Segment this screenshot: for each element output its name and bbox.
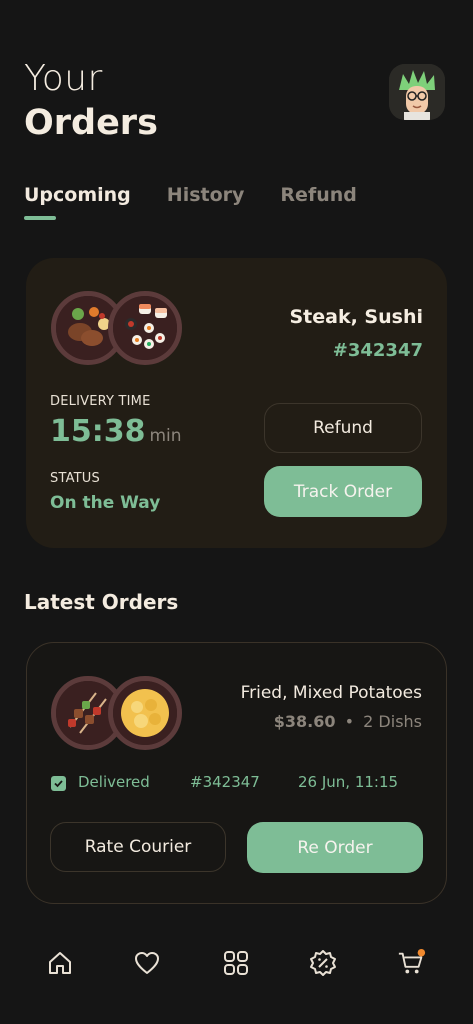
status-value: On the Way: [50, 493, 161, 513]
tab-history[interactable]: History: [167, 184, 245, 206]
avatar-image: [389, 64, 445, 120]
sushi-dish-image: [108, 291, 182, 365]
rate-courier-button[interactable]: Rate Courier: [50, 822, 226, 872]
latest-order-items: Fried, Mixed Potatoes: [240, 683, 422, 703]
tab-upcoming[interactable]: Upcoming: [24, 184, 131, 206]
tab-refund[interactable]: Refund: [280, 184, 356, 206]
order-tabs: Upcoming History Refund: [24, 184, 393, 206]
latest-order-dish-count: 2 Dishs: [363, 712, 422, 731]
delivered-status: Delivered: [78, 773, 150, 791]
page-title-line2: Orders: [24, 103, 158, 143]
order-id: #342347: [332, 340, 423, 361]
heart-icon[interactable]: [132, 948, 162, 978]
latest-orders-heading: Latest Orders: [24, 590, 179, 614]
latest-order-id: #342347: [190, 773, 260, 791]
latest-order-price: $38.60: [273, 712, 336, 731]
delivery-time-label: DELIVERY TIME: [50, 394, 151, 409]
order-items: Steak, Sushi: [289, 306, 423, 328]
delivery-time-unit: min: [149, 426, 182, 446]
page-title-line1: Your: [24, 58, 103, 99]
delivery-time: 15:38: [50, 414, 146, 449]
price-separator: •: [344, 712, 355, 731]
avatar[interactable]: [389, 64, 445, 120]
cart-icon[interactable]: [397, 948, 427, 978]
track-order-button[interactable]: Track Order: [264, 466, 422, 517]
cart-notification-dot: [417, 948, 426, 957]
discount-icon[interactable]: [308, 948, 338, 978]
status-label: STATUS: [50, 471, 100, 486]
check-icon: [51, 776, 66, 791]
grid-icon[interactable]: [221, 948, 251, 978]
potatoes-dish-image: [108, 676, 182, 750]
home-icon[interactable]: [45, 948, 75, 978]
bottom-nav: [0, 940, 473, 986]
reorder-button[interactable]: Re Order: [247, 822, 423, 873]
latest-order-price-line: $38.60 • 2 Dishs: [274, 712, 422, 731]
upcoming-order-card[interactable]: Steak, Sushi #342347 DELIVERY TIME 15:38…: [26, 258, 447, 548]
latest-order-card[interactable]: Fried, Mixed Potatoes $38.60 • 2 Dishs D…: [26, 642, 447, 904]
refund-button[interactable]: Refund: [264, 403, 422, 453]
active-tab-indicator: [24, 216, 56, 220]
latest-order-date: 26 Jun, 11:15: [298, 773, 399, 791]
delivery-time-value: 15:38 min: [50, 414, 182, 449]
